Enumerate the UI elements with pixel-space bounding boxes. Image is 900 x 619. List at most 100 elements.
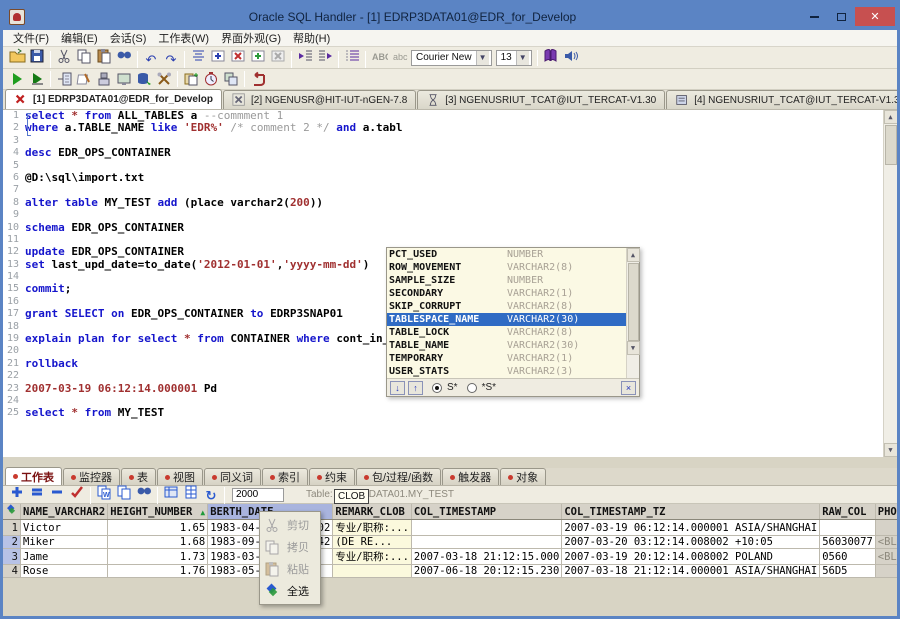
cell-col_timestamp_tz[interactable]: 2007-03-18 21:12:14.000001 ASIA/SHANGHAI [562,565,820,578]
panel-tab-1[interactable]: 监控器 [63,468,120,485]
cell-col_timestamp[interactable] [411,520,561,536]
session-tab[interactable]: [4] NGENUSRIUT_TCAT@IUT_TERCAT-V1.30 [666,90,900,109]
column-header-col_timestamp_tz[interactable]: COL_TIMESTAMP_TZ [562,504,820,520]
cell-name_varchar2[interactable]: Miker [21,536,108,549]
format-icon[interactable] [188,47,208,65]
panel-tab-worksheet[interactable]: 工作表 [5,467,62,485]
export-grid-icon[interactable] [161,484,181,500]
autocomplete-item[interactable]: PCT_USEDNUMBER [387,248,626,261]
cell-height_number[interactable]: 1.76 [108,565,208,578]
sql-editor[interactable]: ▲ ▼ 1select * from ALL_TABLES a --commme… [3,110,897,457]
scroll-thumb[interactable] [628,263,639,341]
cell-remark_clob[interactable] [333,565,412,578]
cell-insert-icon[interactable] [208,47,228,65]
scroll-down-icon[interactable]: ▼ [884,443,898,457]
speaker-icon[interactable] [561,47,581,65]
column-header-height_number[interactable]: HEIGHT_NUMBER▲ [108,504,208,520]
cell-raw_col[interactable]: 56D5 [820,565,876,578]
menu-item[interactable]: 文件(F) [7,30,55,46]
close-red-icon[interactable] [14,91,29,109]
autocomplete-item[interactable]: TABLE_LOCKVARCHAR2(8) [387,326,626,339]
menu-item[interactable]: 工作表(W) [152,30,215,46]
column-header-raw_col[interactable]: RAW_COL [820,504,876,520]
font-size-select[interactable]: 13▼ [496,50,532,66]
dup-row-icon[interactable] [27,484,47,500]
cell-photo_blob[interactable]: <BLOB> [875,536,900,549]
maximize-button[interactable] [828,7,854,26]
rows-limit-input[interactable] [232,488,284,502]
autocomplete-item[interactable]: SKIP_CORRUPTVARCHAR2(8) [387,300,626,313]
editor-line[interactable]: 6@D:\sql\import.txt [3,172,897,184]
paste-icon[interactable] [94,47,114,65]
row-number[interactable]: 3 [3,549,21,565]
column-header-photo_blob[interactable]: PHOTO_BLOB [875,504,900,520]
session-icon[interactable] [675,91,690,109]
close-button[interactable]: ✕ [855,7,895,26]
panel-tab-9[interactable]: 对象 [500,468,546,485]
batch-icon[interactable] [94,70,114,88]
cell-col_timestamp_tz[interactable]: 2007-03-20 03:12:14.008002 +10:05 [562,536,820,549]
lowercase-icon[interactable]: abc [389,47,409,65]
cell-raw_col[interactable]: 0560 [820,549,876,565]
autocomplete-item[interactable]: ROW_MOVEMENTVARCHAR2(8) [387,261,626,274]
commit-check-icon[interactable] [67,484,87,500]
result-grid[interactable]: NAME_VARCHAR2HEIGHT_NUMBER▲BERTH_DATEREM… [3,504,897,578]
cell-photo_blob[interactable]: <BLOB> [875,549,900,565]
copy-icon[interactable] [74,47,94,65]
panel-tab-2[interactable]: 表 [121,468,156,485]
indent-left-icon[interactable] [295,47,315,65]
grid-corner[interactable] [3,504,21,520]
editor-line[interactable]: 2where a.TABLE_NAME like 'EDR%' /* comme… [3,122,897,134]
column-header-col_timestamp[interactable]: COL_TIMESTAMP [411,504,561,520]
find-icon[interactable] [114,47,134,65]
cell-col_timestamp[interactable]: 2007-03-18 21:12:15.000 [411,549,561,565]
cut-icon[interactable] [54,47,74,65]
open-icon[interactable] [7,47,27,65]
row-number[interactable]: 2 [3,536,21,549]
scroll-up-icon[interactable]: ▲ [884,110,898,124]
db-browse-icon[interactable] [134,70,154,88]
delete-row-icon[interactable] [47,484,67,500]
copy-special-icon[interactable] [181,70,201,88]
cell-clear-icon[interactable] [268,47,288,65]
menu-item[interactable]: 帮助(H) [287,30,336,46]
popup-scrollbar[interactable]: ▲ ▼ [626,248,639,378]
cell-height_number[interactable]: 1.73 [108,549,208,565]
refresh-icon[interactable]: ↻ [201,488,221,504]
dictionary-icon[interactable] [541,47,561,65]
context-menu-item[interactable]: 全选 [260,580,320,602]
find-grid-icon[interactable] [134,484,154,500]
uppercase-icon[interactable]: ABC [369,47,389,65]
table-row[interactable]: 3Jame1.731983-03-专业/职称:...2007-03-18 21:… [3,549,900,565]
session-tab[interactable]: [3] NGENUSRIUT_TCAT@IUT_TERCAT-V1.30 [417,90,665,109]
panel-tab-4[interactable]: 同义词 [204,468,261,485]
copy-headers-icon[interactable]: W [94,484,114,500]
cell-col_timestamp[interactable]: 2007-06-18 20:12:15.230 [411,565,561,578]
minimize-button[interactable] [801,7,827,26]
save-icon[interactable] [27,47,47,65]
column-header-remark_clob[interactable]: REMARK_CLOB [333,504,412,520]
move-up-button[interactable]: ↑ [408,381,423,395]
cell-col_timestamp_tz[interactable]: 2007-03-19 20:12:14.008002 POLAND [562,549,820,565]
session-tab[interactable]: [2] NGENUSR@HIT-IUT-nGEN-7.8 [223,90,416,109]
compare-icon[interactable] [221,70,241,88]
add-row-icon[interactable] [7,484,27,500]
autocomplete-item[interactable]: SAMPLE_SIZENUMBER [387,274,626,287]
scroll-down-icon[interactable]: ▼ [627,341,640,355]
column-header-name_varchar2[interactable]: NAME_VARCHAR2 [21,504,108,520]
indent-right-icon[interactable] [315,47,335,65]
panel-tab-3[interactable]: 视图 [157,468,203,485]
cell-add-icon[interactable] [248,47,268,65]
cell-remark_clob[interactable]: 专业/职称:... [333,549,412,565]
run-icon[interactable] [7,70,27,88]
cell-col_timestamp[interactable] [411,536,561,549]
export-table-icon[interactable] [54,70,74,88]
cell-height_number[interactable]: 1.65 [108,520,208,536]
font-select[interactable]: Courier New▼ [411,50,492,66]
autocomplete-item[interactable]: TABLESPACE_NAMEVARCHAR2(30) [387,313,626,326]
cell-col_timestamp_tz[interactable]: 2007-03-19 06:12:14.000001 ASIA/SHANGHAI [562,520,820,536]
cell-name_varchar2[interactable]: Jame [21,549,108,565]
cell-photo_blob[interactable] [875,520,900,536]
line-numbers-icon[interactable] [342,47,362,65]
cell-height_number[interactable]: 1.68 [108,536,208,549]
